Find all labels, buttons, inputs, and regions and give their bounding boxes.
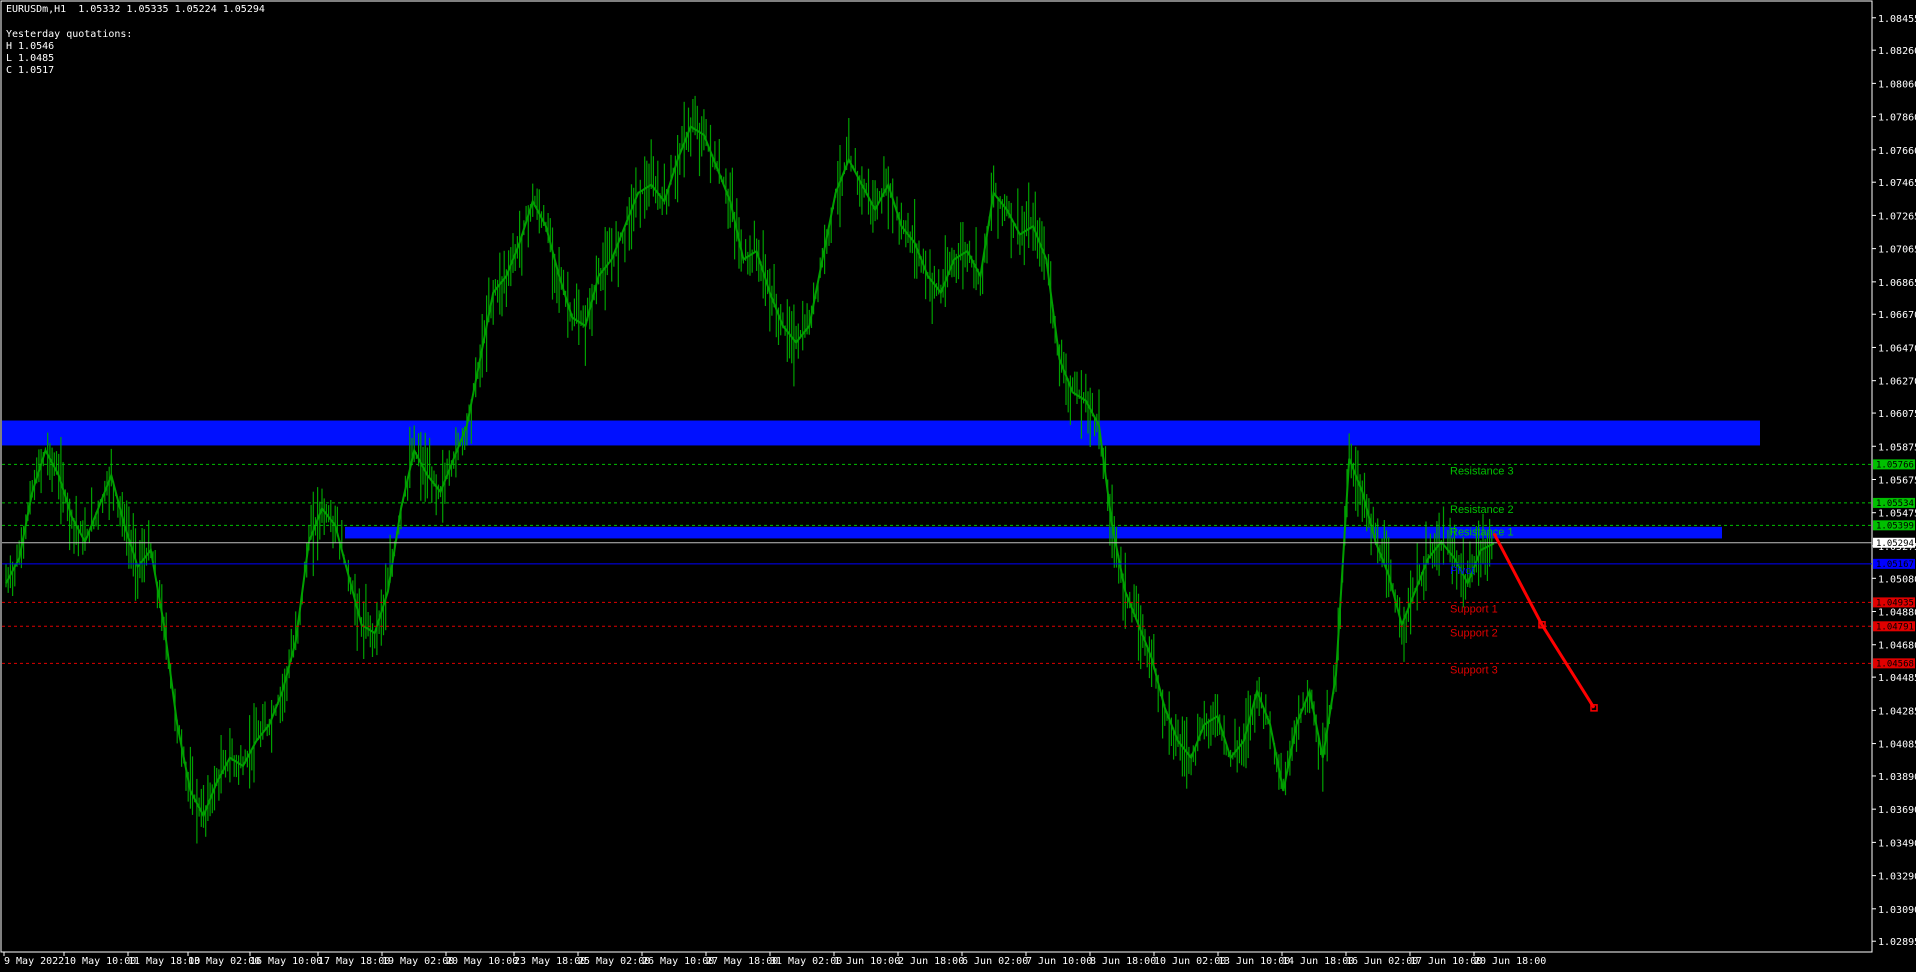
x-tick-label: 13 Jun 10:00 [1218, 956, 1290, 967]
y-tick-label: 1.07660 [1878, 146, 1916, 157]
yesterday-low: L 1.0485 [6, 53, 55, 64]
y-tick-label: 1.07265 [1878, 211, 1916, 222]
x-tick-label: 27 May 18:00 [706, 956, 778, 967]
x-tick-label: 23 May 18:00 [514, 956, 586, 967]
x-tick-label: 6 Jun 02:00 [962, 956, 1028, 967]
y-tick-label: 1.04285 [1878, 706, 1916, 717]
y-tick-label: 1.03090 [1878, 905, 1916, 916]
x-tick-label: 17 May 18:00 [318, 956, 390, 967]
symbol-info: EURUSDm,H1 1.05332 1.05335 1.05224 1.052… [6, 4, 265, 15]
x-tick-label: 20 May 10:00 [446, 956, 518, 967]
x-tick-label: 10 Jun 02:00 [1154, 956, 1226, 967]
yesterday-close: C 1.0517 [6, 65, 55, 76]
level-label-support-2: Support 2 [1450, 627, 1498, 639]
level-label-resistance-2: Resistance 2 [1450, 504, 1514, 516]
y-tick-label: 1.06270 [1878, 377, 1916, 388]
price-tag-support-2: 1.04791 [1876, 622, 1914, 632]
y-tick-label: 1.03290 [1878, 872, 1916, 883]
y-tick-label: 1.08260 [1878, 46, 1916, 57]
price-tag-resistance-1: 1.05399 [1876, 521, 1914, 531]
levels-layer: Resistance 3 Resistance 2 Resistance 1 Pivo… [2, 463, 1872, 676]
y-tick-label: 1.02895 [1878, 937, 1916, 948]
x-tick-label: 9 May 2022 [4, 956, 64, 967]
y-tick-label: 1.06670 [1878, 310, 1916, 321]
x-tick-label: 17 Jun 10:00 [1410, 956, 1482, 967]
y-tick-label: 1.06865 [1878, 278, 1916, 289]
zone-2 [345, 526, 1722, 539]
zones-layer [2, 420, 1760, 539]
level-label-resistance-1: Resistance 1 [1450, 526, 1514, 538]
x-tick-label: 19 May 02:00 [382, 956, 454, 967]
plot-frame [0, 0, 1873, 953]
x-tick-label: 31 May 02:00 [770, 956, 842, 967]
price-tag-resistance-2: 1.05534 [1876, 499, 1914, 509]
y-tick-label: 1.04880 [1878, 608, 1916, 619]
current-price-tag: 1.05294 [1876, 539, 1914, 549]
y-tick-label: 1.08455 [1878, 14, 1916, 25]
x-tick-label: 14 Jun 18:00 [1282, 956, 1354, 967]
y-tick-label: 1.06470 [1878, 343, 1916, 354]
price-tag-support-3: 1.04568 [1876, 659, 1914, 669]
y-tick-label: 1.07465 [1878, 178, 1916, 189]
y-tick-label: 1.04680 [1878, 641, 1916, 652]
y-tick-label: 1.06075 [1878, 409, 1916, 420]
price-tag-pivot: 1.05167 [1876, 560, 1914, 570]
level-label-resistance-3: Resistance 3 [1450, 465, 1514, 477]
x-axis: 9 May 2022 10 May 10:0011 May 18:0013 May… [3, 952, 1546, 967]
x-tick-label: 10 May 10:00 [64, 956, 136, 967]
y-tick-label: 1.05475 [1878, 509, 1916, 520]
y-tick-label: 1.08060 [1878, 79, 1916, 90]
price-tag-resistance-3: 1.05766 [1876, 460, 1914, 470]
price-chart[interactable]: Resistance 3 Resistance 2 Resistance 1 Pivo… [0, 0, 1916, 972]
price-line [5, 125, 1495, 819]
x-tick-label: 16 May 10:00 [250, 956, 322, 967]
level-label-support-3: Support 3 [1450, 664, 1498, 676]
x-tick-label: 8 Jun 18:00 [1090, 956, 1156, 967]
yesterday-title: Yesterday quotations: [6, 29, 133, 40]
yesterday-high: H 1.0546 [6, 41, 55, 52]
price-tags-layer: 1.05766 1.05534 1.05399 1.05167 1.04935 1.047… [1873, 459, 1915, 669]
zone-1 [2, 420, 1760, 446]
y-tick-label: 1.03490 [1878, 838, 1916, 849]
y-tick-label: 1.07065 [1878, 245, 1916, 256]
level-label-support-1: Support 1 [1450, 603, 1498, 615]
y-tick-label: 1.03890 [1878, 772, 1916, 783]
y-tick-label: 1.05875 [1878, 442, 1916, 453]
x-tick-label: 2 Jun 18:00 [898, 956, 964, 967]
y-tick-label: 1.07860 [1878, 113, 1916, 124]
forecast-line [1492, 532, 1596, 709]
series-layer [5, 95, 1495, 844]
x-tick-label: 26 May 10:00 [642, 956, 714, 967]
level-label-pivot: Pivot [1450, 565, 1474, 577]
y-tick-label: 1.04085 [1878, 740, 1916, 751]
forecast-layer [1492, 532, 1598, 712]
x-tick-label: 20 Jun 18:00 [1474, 956, 1546, 967]
price-tag-support-1: 1.04935 [1876, 598, 1914, 608]
x-tick-label: 25 May 02:00 [578, 956, 650, 967]
y-tick-label: 1.05675 [1878, 475, 1916, 486]
x-tick-label: 7 Jun 10:00 [1026, 956, 1092, 967]
x-tick-label: 1 Jun 10:00 [834, 956, 900, 967]
x-tick-label: 16 Jun 02:00 [1346, 956, 1418, 967]
y-tick-label: 1.03690 [1878, 805, 1916, 816]
y-tick-label: 1.05080 [1878, 574, 1916, 585]
y-tick-label: 1.04485 [1878, 673, 1916, 684]
y-axis: 1.08455 1.08260 1.08060 1.07860 1.07660 1.074… [1872, 14, 1916, 948]
